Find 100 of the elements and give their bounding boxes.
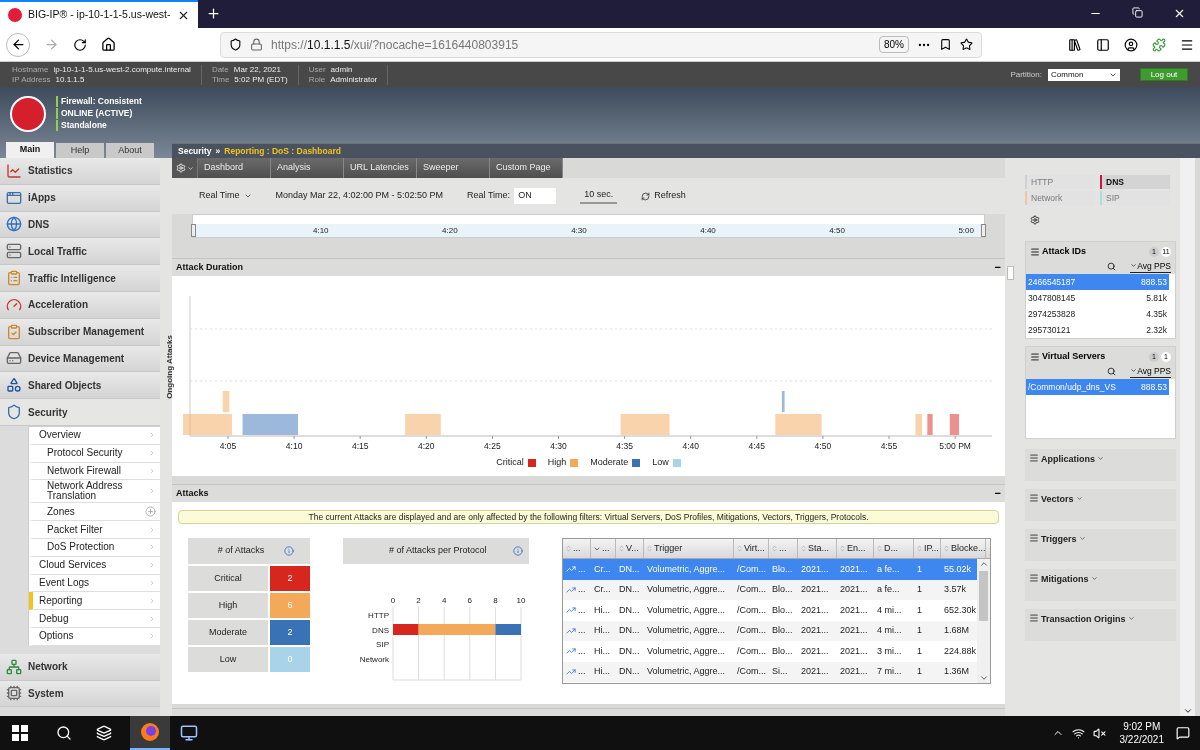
search-icon[interactable] [1107, 366, 1117, 376]
main-tab[interactable]: Help [56, 143, 104, 158]
windows-logo-icon[interactable] [12, 725, 28, 741]
notification-icon[interactable] [1176, 726, 1190, 740]
nav-item[interactable]: Subscriber Management [0, 318, 160, 346]
column-header[interactable]: Avg PPS [1130, 364, 1171, 379]
nav-item[interactable]: System [0, 680, 160, 708]
column-header[interactable]: IP... [914, 539, 941, 558]
menu-item[interactable]: Overview [29, 426, 160, 445]
table-row[interactable]: ... Hi... DN... Volumetric, Aggre... /Com... Si... 2021... 2021... 7 mi... 1 1.36M [563, 661, 977, 682]
volume-muted-icon[interactable] [1092, 726, 1106, 740]
protocol-filter[interactable]: DNS [1100, 175, 1170, 189]
scroll-up-icon[interactable] [978, 559, 989, 569]
interval-select[interactable]: 10 sec. [580, 188, 618, 204]
scrollbar[interactable] [1180, 158, 1195, 716]
slider-handle[interactable] [191, 224, 196, 237]
column-header[interactable]: Blocke... [941, 539, 986, 558]
timeline-slider[interactable]: 4:10 4:20 4:30 4:40 4:50 5:00 [192, 214, 985, 238]
column-header[interactable]: ... [769, 539, 798, 558]
browser-tab[interactable]: BIG-IP® - ip-10-1-1-5.us-west- [0, 0, 198, 28]
realtime-toggle[interactable]: ON [514, 188, 557, 204]
slider-handle[interactable] [981, 224, 986, 237]
trend-icon[interactable] [566, 605, 576, 616]
table-row[interactable]: ... Cr... DN... Volumetric, Aggre... /Com... Blo... 2021... 2021... a fe... 1 3.57k [563, 579, 977, 600]
column-header[interactable]: V... [616, 539, 644, 558]
clock-date[interactable]: 3/22/2021 [1119, 733, 1164, 746]
address-bar[interactable]: https://10.1.1.5/xui/?nocache=1616440803915 80% [220, 31, 982, 58]
splitter-handle[interactable] [1006, 266, 1014, 280]
toolbar-tab[interactable]: Analysis [271, 158, 344, 178]
trend-icon[interactable] [566, 646, 576, 657]
collapse-button[interactable]: − [994, 488, 1001, 499]
list-row[interactable]: 2974253828 4.35k [1026, 306, 1169, 323]
collapsed-panel[interactable]: Transaction Origins [1025, 609, 1176, 641]
toolbar-tab[interactable]: Custom Page [490, 158, 563, 178]
account-icon[interactable] [1124, 37, 1138, 52]
search-icon[interactable] [1107, 261, 1117, 271]
toolbar-tab[interactable]: Dashbord [198, 158, 271, 178]
menu-item[interactable]: Network Address Translation [29, 480, 160, 504]
list-row[interactable]: /Common/udp_dns_VS 888.53 [1026, 379, 1169, 396]
menu-item[interactable]: Reporting [29, 592, 160, 611]
list-row[interactable]: 3047808145 5.81k [1026, 290, 1169, 307]
close-icon[interactable] [1173, 7, 1186, 20]
collapsed-panel[interactable]: Mitigations [1025, 569, 1176, 601]
nav-item[interactable]: Traffic Intelligence [0, 265, 160, 292]
table-row[interactable]: ... Hi... DN... Volumetric, Aggre... /Com... Blo... 2021... 2021... 4 mi... 1 1.68M [563, 620, 977, 641]
search-icon[interactable] [56, 725, 72, 741]
star-icon[interactable] [960, 38, 973, 51]
nav-item[interactable]: Acceleration [0, 292, 160, 319]
list-row[interactable]: 295730121 2.32k [1026, 322, 1169, 338]
column-header[interactable]: Avg PPS [1130, 259, 1171, 274]
taskbar-app[interactable] [130, 716, 170, 750]
nav-item[interactable]: Local Traffic [0, 238, 160, 266]
restore-icon[interactable] [1132, 7, 1143, 18]
menu-item[interactable]: Debug [29, 610, 160, 628]
sidebar-icon[interactable] [1096, 37, 1110, 52]
clock-time[interactable]: 9:02 PM [1123, 720, 1161, 733]
home-icon[interactable] [101, 37, 116, 52]
column-header[interactable]: En... [837, 539, 874, 558]
trend-icon[interactable] [566, 666, 576, 677]
toolbar-tab[interactable]: Sweeper [417, 158, 490, 178]
main-tab[interactable]: About [106, 143, 154, 158]
reload-icon[interactable] [73, 37, 87, 52]
bookmark-icon[interactable] [939, 38, 952, 51]
column-header[interactable]: Trigger [644, 539, 734, 558]
menu-item[interactable]: Packet Filter [29, 521, 160, 539]
collapsed-panel[interactable]: Vectors [1025, 489, 1176, 521]
network-icon[interactable] [1071, 726, 1085, 740]
scrollbar[interactable] [977, 559, 990, 683]
nav-item[interactable]: Statistics [0, 158, 160, 185]
nav-item[interactable]: Shared Objects [0, 372, 160, 400]
column-header[interactable]: Virt... [734, 539, 769, 558]
scroll-down-icon[interactable] [978, 673, 989, 683]
nav-item[interactable]: Device Management [0, 345, 160, 373]
range-dropdown[interactable]: Real Time [199, 189, 252, 203]
task-view-icon[interactable] [96, 725, 112, 741]
nav-item[interactable]: DNS [0, 211, 160, 239]
trend-icon[interactable] [566, 625, 576, 636]
collapsed-panel[interactable]: Applications [1025, 449, 1176, 481]
refresh-button[interactable]: Refresh [641, 189, 686, 203]
trend-icon[interactable] [566, 584, 576, 595]
toolbar-tab[interactable]: URL Latencies [344, 158, 417, 178]
collapsed-panel[interactable]: Triggers [1025, 529, 1176, 561]
network-app-icon[interactable] [180, 724, 198, 742]
menu-item[interactable]: Zones [29, 503, 160, 522]
nav-item[interactable]: Security [0, 399, 160, 426]
zoom-badge[interactable]: 80% [879, 36, 909, 53]
collapse-button[interactable]: − [994, 262, 1001, 273]
column-header[interactable]: ... [591, 539, 616, 558]
gear-icon[interactable] [1030, 215, 1040, 225]
trend-icon[interactable] [566, 564, 576, 575]
extension-icon[interactable] [1152, 37, 1166, 52]
list-row[interactable]: 2466545187 888.53 [1026, 274, 1169, 291]
table-row[interactable]: ... Cr... DN... Volumetric, Aggre... /Com... Blo... 2021... 2021... a fe... 1 55.02k [563, 559, 977, 580]
column-header[interactable]: Sta... [798, 539, 837, 558]
new-tab-icon[interactable] [205, 6, 221, 21]
library-icon[interactable] [1068, 37, 1082, 52]
nav-item[interactable]: Network [0, 653, 160, 681]
logout-button[interactable]: Log out [1140, 68, 1188, 81]
nav-item[interactable]: iApps [0, 184, 160, 212]
settings-menu[interactable] [172, 158, 198, 178]
